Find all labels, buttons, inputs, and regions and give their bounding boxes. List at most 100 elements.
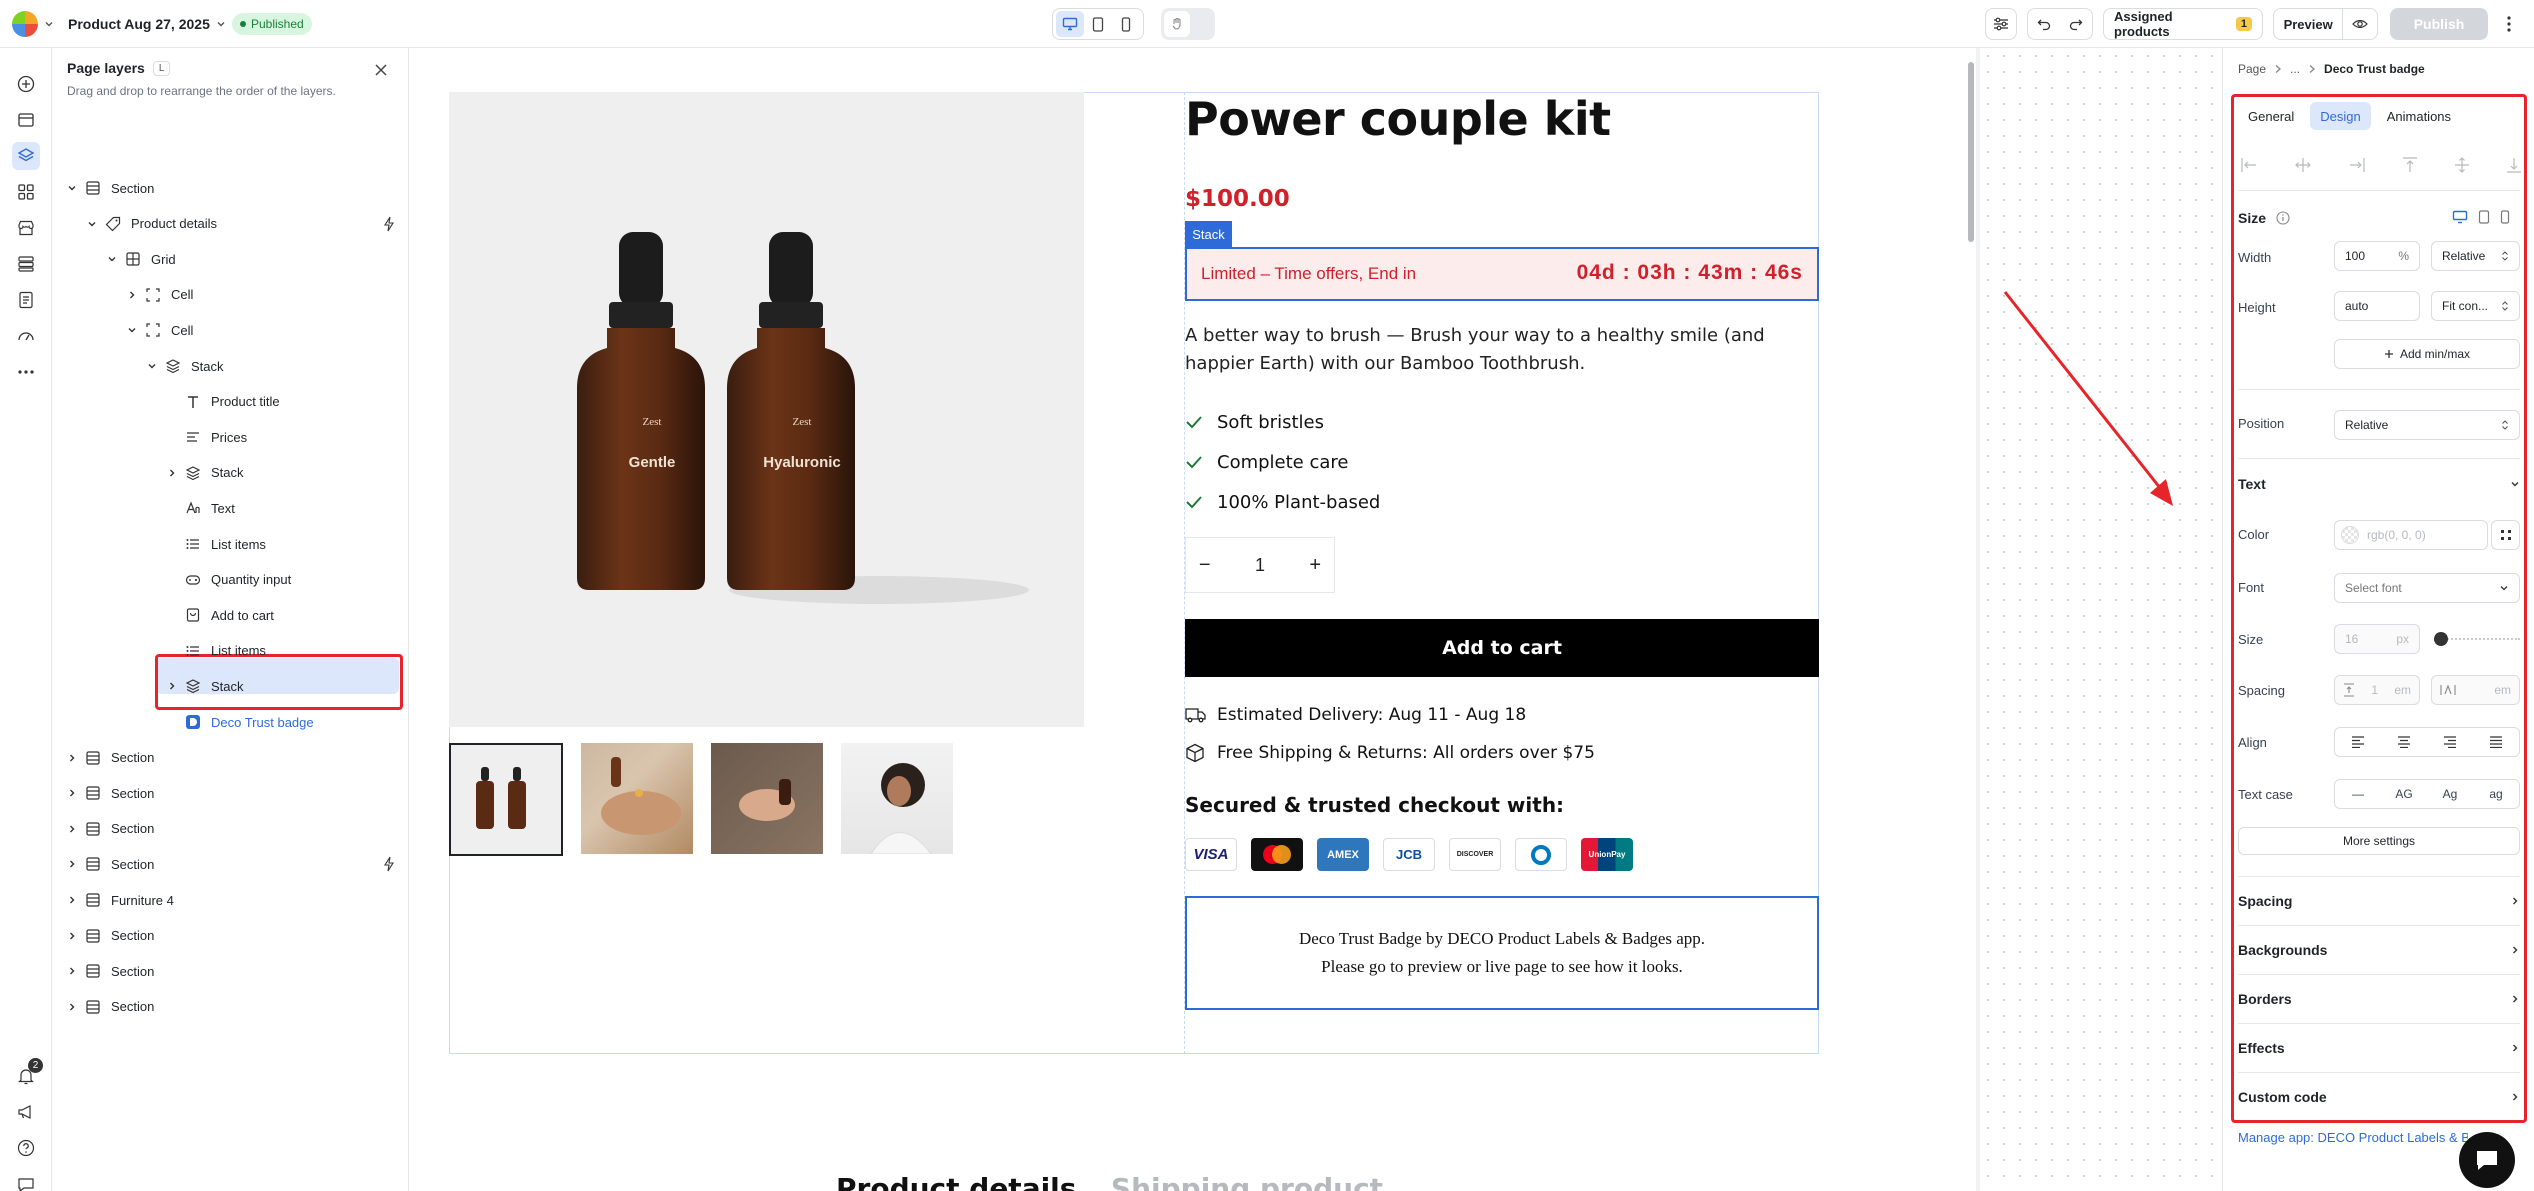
layer-item[interactable]: Product title <box>165 384 395 420</box>
chevron-right-icon[interactable] <box>65 964 79 978</box>
text-align-justify-button[interactable] <box>2473 728 2519 756</box>
chevron-right-icon[interactable] <box>165 679 179 693</box>
chevron-right-icon[interactable] <box>65 1000 79 1014</box>
layer-item[interactable]: Prices <box>165 419 395 455</box>
layer-item[interactable]: Stack <box>145 348 395 384</box>
deco-trust-badge[interactable]: Deco Trust Badge by DECO Product Labels … <box>1185 896 1819 1010</box>
layer-item[interactable]: Deco Trust badge <box>165 704 395 740</box>
font-size-slider-track[interactable] <box>2436 638 2520 640</box>
layer-item[interactable]: List items <box>165 633 395 669</box>
desktop-icon[interactable] <box>2452 210 2468 224</box>
chat-button[interactable] <box>12 1170 40 1191</box>
chevron-down-icon[interactable] <box>145 359 159 373</box>
quantity-decrease-button[interactable]: − <box>1186 538 1224 592</box>
layers-button[interactable] <box>12 142 40 170</box>
text-align-center-button[interactable] <box>2381 728 2427 756</box>
info-icon[interactable] <box>2276 211 2290 225</box>
layer-item[interactable]: Section <box>65 811 395 847</box>
height-mode-select[interactable]: Fit con... <box>2431 291 2520 321</box>
add-element-button[interactable] <box>12 70 40 98</box>
manage-app-link[interactable]: Manage app: DECO Product Labels & Badges <box>2238 1130 2468 1145</box>
product-thumbnail[interactable] <box>449 743 563 856</box>
product-price[interactable]: $100.00 <box>1185 186 1290 212</box>
close-layers-button[interactable] <box>369 58 393 82</box>
layer-item[interactable]: Quantity input <box>165 562 395 598</box>
section-borders[interactable]: Borders <box>2238 974 2520 1022</box>
lightning-icon[interactable] <box>383 216 395 232</box>
pages-button[interactable] <box>12 286 40 314</box>
more-settings-button[interactable]: More settings <box>2238 827 2520 855</box>
font-size-input[interactable]: 16 px <box>2334 624 2420 654</box>
text-align-right-button[interactable] <box>2427 728 2473 756</box>
countdown-timer[interactable]: Limited – Time offers, End in 04d : 03h … <box>1185 247 1819 301</box>
store-button[interactable] <box>12 214 40 242</box>
text-case-none-button[interactable]: — <box>2335 780 2381 808</box>
section-backgrounds[interactable]: Backgrounds <box>2238 925 2520 973</box>
layer-item[interactable]: Section <box>65 740 395 776</box>
apps-button[interactable] <box>12 178 40 206</box>
announcements-button[interactable] <box>12 1098 40 1126</box>
chevron-down-icon[interactable] <box>65 181 79 195</box>
tab-animations[interactable]: Animations <box>2377 102 2461 130</box>
layer-item[interactable]: Section <box>65 953 395 989</box>
align-bottom-icon[interactable] <box>2506 156 2522 174</box>
publish-button[interactable]: Publish <box>2390 8 2488 40</box>
text-section-header[interactable]: Text <box>2238 476 2520 492</box>
section-spacing[interactable]: Spacing <box>2238 876 2520 924</box>
layer-item[interactable]: Section <box>65 775 395 811</box>
line-height-input[interactable]: 1 em <box>2334 675 2420 705</box>
product-thumbnail[interactable] <box>711 743 823 854</box>
breadcrumb-page[interactable]: Page <box>2238 62 2266 76</box>
product-description[interactable]: A better way to brush — Brush your way t… <box>1185 322 1815 378</box>
layer-item[interactable]: Cell <box>125 312 395 348</box>
text-align-left-button[interactable] <box>2335 728 2381 756</box>
chevron-right-icon[interactable] <box>125 288 139 302</box>
product-selector[interactable]: Product Aug 27, 2025 <box>68 8 226 40</box>
mobile-view-button[interactable] <box>1112 11 1140 37</box>
align-top-icon[interactable] <box>2402 156 2418 174</box>
layer-item[interactable]: Stack <box>165 668 395 704</box>
font-select[interactable]: Select font <box>2334 573 2520 603</box>
tablet-view-button[interactable] <box>1084 11 1112 37</box>
layer-item[interactable]: Stack <box>165 455 395 491</box>
redo-button[interactable] <box>2060 9 2092 39</box>
templates-button[interactable] <box>12 106 40 134</box>
chevron-right-icon[interactable] <box>65 751 79 765</box>
breadcrumb-ellipsis[interactable]: ... <box>2290 62 2300 76</box>
section-custom-code[interactable]: Custom code <box>2238 1072 2520 1120</box>
section-effects[interactable]: Effects <box>2238 1023 2520 1071</box>
tab-general[interactable]: General <box>2238 102 2304 130</box>
mobile-icon[interactable] <box>2500 210 2510 224</box>
color-picker-button[interactable] <box>2491 520 2520 550</box>
font-size-slider-handle[interactable] <box>2434 632 2448 646</box>
layer-item[interactable]: List items <box>165 526 395 562</box>
text-case-capitalize-button[interactable]: Ag <box>2427 780 2473 808</box>
more-tools-button[interactable] <box>12 358 40 386</box>
chevron-right-icon[interactable] <box>65 786 79 800</box>
lightning-icon[interactable] <box>383 856 395 872</box>
add-to-cart-button[interactable]: Add to cart <box>1185 619 1819 677</box>
chevron-right-icon[interactable] <box>65 822 79 836</box>
product-title[interactable]: Power couple kit <box>1185 92 1611 146</box>
position-select[interactable]: Relative <box>2334 410 2520 440</box>
tab-shipping[interactable]: Shipping product <box>1111 1172 1383 1191</box>
notifications-button[interactable]: 2 <box>12 1058 43 1090</box>
color-input[interactable]: rgb(0, 0, 0) <box>2334 520 2488 550</box>
layer-item[interactable]: Cell <box>125 277 395 313</box>
tab-design[interactable]: Design <box>2310 102 2371 130</box>
chevron-right-icon[interactable] <box>65 893 79 907</box>
quantity-increase-button[interactable]: + <box>1297 538 1335 592</box>
layer-item[interactable]: Add to cart <box>165 597 395 633</box>
chevron-down-icon[interactable] <box>85 217 99 231</box>
canvas-scrollbar[interactable] <box>1968 62 1974 242</box>
tab-product-details[interactable]: Product details <box>836 1172 1076 1191</box>
layer-item[interactable]: Grid <box>105 241 395 277</box>
chevron-right-icon[interactable] <box>65 929 79 943</box>
quantity-input[interactable]: 1 <box>1224 538 1297 592</box>
text-case-upper-button[interactable]: AG <box>2381 780 2427 808</box>
layer-item[interactable]: Section <box>65 989 395 1025</box>
speed-button[interactable] <box>12 322 40 350</box>
align-right-icon[interactable] <box>2348 157 2366 173</box>
product-main-image[interactable]: Zest Gentle Zest Hyaluronic <box>449 92 1084 727</box>
chat-support-button[interactable] <box>2459 1132 2515 1188</box>
